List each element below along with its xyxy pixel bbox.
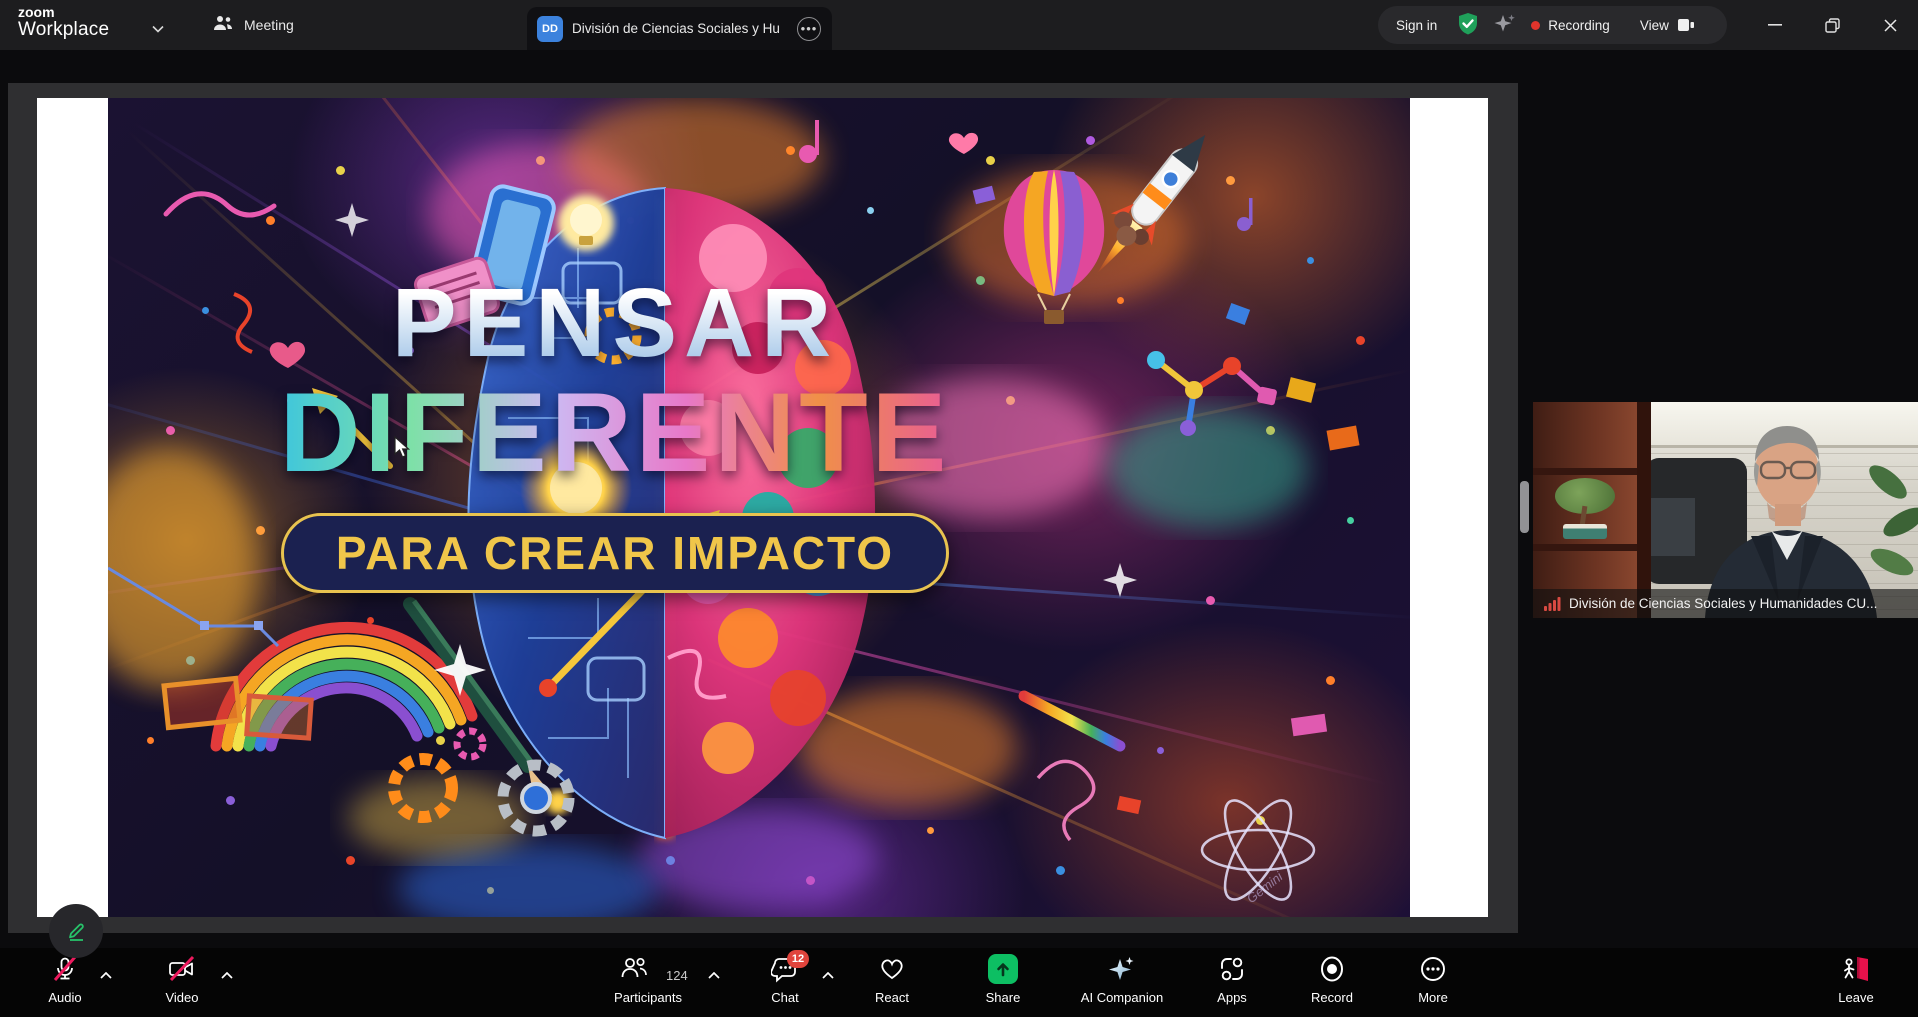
more-label: More (1418, 990, 1448, 1005)
tab-meeting-division[interactable]: DD División de Ciencias Sociales y Hu ••… (527, 7, 832, 50)
leave-door-icon (1841, 955, 1871, 983)
chat-label: Chat (771, 990, 798, 1005)
recording-indicator: Recording (1531, 18, 1610, 33)
video-options-chevron[interactable] (221, 966, 233, 984)
meeting-avatar: DD (537, 16, 563, 42)
microphone-muted-icon (51, 955, 79, 983)
record-label: Record (1311, 990, 1353, 1005)
connection-bars-icon (1543, 596, 1561, 612)
tab-meeting-label: Meeting (244, 17, 294, 33)
react-label: React (875, 990, 909, 1005)
tab-more-options-icon[interactable]: ••• (797, 17, 821, 41)
annotate-button[interactable] (49, 904, 103, 958)
ai-companion-icon (1107, 955, 1137, 983)
audio-options-chevron[interactable] (100, 966, 112, 984)
title-bar: zoom Workplace Meeting DD División de Ci… (0, 0, 1918, 50)
view-layout-icon (1677, 17, 1695, 33)
sign-in-button[interactable]: Sign in (1396, 18, 1437, 33)
share-scrollbar[interactable] (1520, 481, 1529, 533)
participants-count: 124 (666, 968, 688, 983)
participant-person (1675, 410, 1910, 618)
titlebar-status-pill: Sign in Recording View (1378, 6, 1727, 44)
encryption-shield-icon[interactable] (1457, 12, 1479, 39)
recording-dot-icon (1531, 21, 1540, 30)
leave-label: Leave (1838, 990, 1873, 1005)
record-icon (1318, 955, 1346, 983)
shared-screen-frame: PENSAR DIFERENTE PARA CREAR IMPACTO Gemi… (8, 83, 1518, 933)
participants-icon (619, 955, 649, 983)
audio-label: Audio (48, 990, 81, 1005)
slide-title-line2: DIFERENTE (108, 377, 1122, 489)
share-button[interactable]: Share (943, 954, 1063, 1005)
heart-react-icon (878, 955, 906, 983)
video-label: Video (165, 990, 198, 1005)
tab-meeting[interactable]: Meeting (212, 10, 294, 40)
react-button[interactable]: React (832, 954, 952, 1005)
rainbow-pencil-beam (1024, 696, 1120, 746)
close-button[interactable] (1876, 12, 1904, 38)
minimize-button[interactable] (1761, 12, 1789, 38)
leave-button[interactable]: Leave (1796, 954, 1916, 1005)
participant-name-bar: División de Ciencias Sociales y Humanida… (1533, 589, 1918, 618)
participant-video-tile[interactable]: División de Ciencias Sociales y Humanida… (1533, 402, 1918, 618)
view-button[interactable]: View (1640, 17, 1695, 33)
participants-options-chevron[interactable] (708, 966, 720, 984)
workspace-dropdown-chevron-icon[interactable] (152, 20, 164, 38)
slide-pensar-diferente: PENSAR DIFERENTE PARA CREAR IMPACTO Gemi… (108, 98, 1410, 917)
ai-companion-button[interactable]: AI Companion (1062, 954, 1182, 1005)
meeting-toolbar: Audio Video 124 Participants (0, 948, 1918, 1017)
logo-workplace-text: Workplace (18, 20, 109, 40)
more-button[interactable]: More (1373, 954, 1493, 1005)
participants-button[interactable]: 124 Participants (588, 954, 708, 1005)
presentation-page: PENSAR DIFERENTE PARA CREAR IMPACTO Gemi… (37, 98, 1488, 917)
zoom-workplace-logo: zoom Workplace (18, 5, 109, 40)
bonsai-pot (1563, 524, 1607, 539)
participants-label: Participants (614, 990, 682, 1005)
participant-name: División de Ciencias Sociales y Humanida… (1569, 596, 1877, 611)
logo-zoom-text: zoom (18, 5, 109, 20)
meeting-people-icon (212, 14, 234, 37)
slide-title-line1: PENSAR (108, 274, 1122, 371)
view-label: View (1640, 18, 1669, 33)
camera-off-icon (167, 955, 197, 983)
more-ellipsis-icon (1419, 955, 1447, 983)
share-label: Share (986, 990, 1021, 1005)
recording-label: Recording (1548, 18, 1610, 33)
mouse-cursor (394, 436, 411, 465)
apps-icon (1218, 955, 1246, 983)
restore-window-button[interactable] (1818, 12, 1846, 38)
apps-label: Apps (1217, 990, 1247, 1005)
pencil-annotate-icon (63, 918, 89, 944)
chat-unread-badge: 12 (787, 950, 809, 968)
slide-title-block: PENSAR DIFERENTE PARA CREAR IMPACTO (108, 274, 1122, 593)
share-screen-icon (988, 954, 1018, 984)
slide-banner: PARA CREAR IMPACTO (281, 513, 949, 593)
ai-companion-label: AI Companion (1081, 990, 1163, 1005)
light-bulb-icon (558, 195, 614, 251)
ai-companion-status-icon[interactable] (1493, 12, 1517, 39)
tab-meeting-title: División de Ciencias Sociales y Hu (572, 21, 788, 36)
